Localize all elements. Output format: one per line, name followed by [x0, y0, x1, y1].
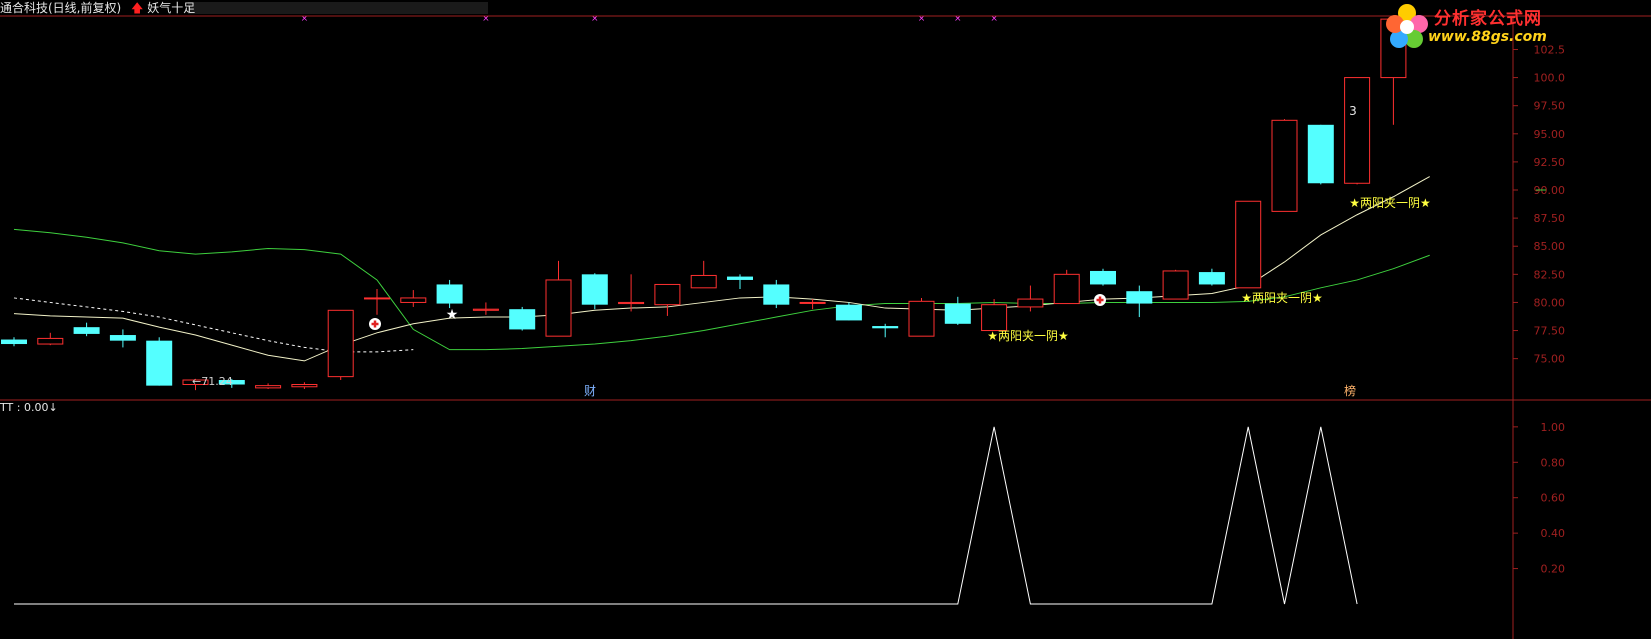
candle-body [364, 297, 390, 300]
ind-tick-label: 0.60 [1541, 492, 1566, 505]
candle-body [1126, 291, 1153, 304]
main-tick-label: 82.50 [1534, 268, 1566, 281]
candle-body [944, 303, 971, 324]
main-price-panel: × × × × × ×←71.24★★两阳夹一阴★★两阳夹一阴★★两阳夹一阴★财 榜3 [1, 14, 1431, 398]
candle-body [654, 283, 681, 306]
ma-short-line [13, 176, 1430, 362]
candle-body [73, 327, 100, 334]
candle-body [1344, 77, 1371, 184]
formula-name[interactable]: 妖气十足 [147, 1, 195, 15]
main-tick-label: 80.00 [1534, 296, 1566, 309]
candle-body [1090, 270, 1116, 285]
logo-url[interactable]: www.88gs.com [1428, 29, 1547, 45]
star-icon: ★ [446, 307, 459, 323]
candle-body [908, 300, 935, 337]
candle-body [1235, 200, 1262, 289]
candle-body [690, 274, 717, 289]
candle-body [436, 284, 463, 304]
candle-body [1271, 119, 1298, 212]
candle-body [109, 335, 136, 341]
main-tick-label: 97.50 [1534, 100, 1566, 113]
main-tick-label: 100.0 [1534, 72, 1566, 85]
event-label-bang: 榜 [1344, 383, 1356, 398]
chart-header: 通合科技(日线,前复权) 🡅 妖气十足 [0, 0, 195, 16]
candle-body [835, 304, 862, 321]
indicator-panel [14, 426, 1358, 605]
candle-body [799, 301, 826, 304]
candle-body [545, 279, 572, 337]
candle-body [327, 309, 354, 378]
candle-body [400, 297, 427, 303]
candle-body [509, 309, 536, 330]
candle-body [255, 385, 282, 389]
pattern-label: ★两阳夹一阴★ [1349, 196, 1431, 210]
candle-body [1017, 298, 1044, 308]
low-price-label: ←71.24 [192, 375, 233, 388]
site-logo: 分析家公式网 www.88gs.com [1382, 0, 1560, 54]
main-tick-label: 77.50 [1534, 325, 1566, 338]
ma-long-line [13, 228, 1430, 351]
candle-body [618, 301, 645, 305]
pattern-label: ★两阳夹一阴★ [987, 329, 1069, 343]
candle-body [1, 339, 27, 345]
candle-body [981, 304, 1008, 332]
header-blank-box [188, 2, 488, 14]
main-tick-label: 95.00 [1534, 128, 1566, 141]
count-label: 3 [1349, 104, 1357, 118]
candle-body [872, 326, 899, 329]
ind-tick-label: 0.20 [1541, 563, 1566, 576]
main-tick-label: 85.00 [1534, 240, 1566, 253]
candle-body [37, 337, 64, 345]
candle-body [1053, 273, 1080, 305]
ind-tick-label: 0.40 [1541, 527, 1566, 540]
ind-tick-label: 0.80 [1541, 456, 1566, 469]
candle-body [1198, 272, 1225, 285]
candle-body [1307, 124, 1334, 184]
ind-tick-label: 1.00 [1541, 421, 1566, 434]
candle-body [727, 276, 753, 280]
flower-logo-icon [1386, 4, 1428, 48]
main-tick-label: 92.50 [1534, 156, 1566, 169]
candle-body [472, 308, 499, 311]
down-arrow-icon: ↓ [48, 401, 58, 414]
tt-indicator-line [14, 426, 1358, 605]
indicator-value-label: TT : 0.00↓ [0, 401, 58, 415]
main-tick-label: 87.50 [1534, 212, 1566, 225]
candle-body [581, 274, 608, 305]
candle-body [291, 384, 318, 388]
main-tick-label: 75.00 [1534, 353, 1566, 366]
candle-body [1162, 270, 1189, 300]
stock-title[interactable]: 通合科技(日线,前复权) [0, 1, 121, 15]
chart-canvas: × × × × × ×←71.24★★两阳夹一阴★★两阳夹一阴★★两阳夹一阴★财 榜3 10… [0, 14, 1651, 639]
indicator-value: TT : 0.00 [0, 401, 49, 414]
pattern-label: ★两阳夹一阴★ [1241, 291, 1323, 305]
event-label-cai: 财 [584, 384, 596, 398]
logo-title: 分析家公式网 [1434, 9, 1542, 29]
candle-body [763, 284, 790, 305]
candle-body [146, 340, 173, 386]
up-arrow-icon: 🡅 [131, 1, 144, 15]
